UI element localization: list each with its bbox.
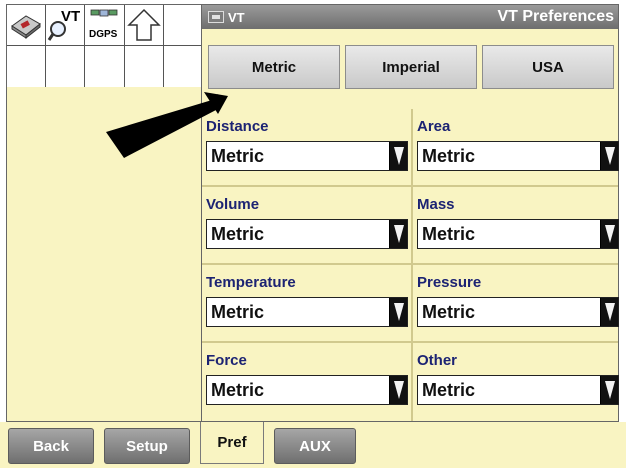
pointer-arrow-icon [106, 92, 228, 158]
settings-cube-icon [11, 15, 41, 40]
dropdown-arrow-icon[interactable] [389, 376, 407, 404]
volume-label: Volume [206, 196, 260, 213]
vt-search-button[interactable]: VT [46, 5, 86, 46]
up-arrow-button[interactable] [124, 5, 164, 46]
preferences-panel: VT VT Preferences Metric Imperial USA Di… [201, 4, 619, 422]
other-value: Metric [422, 379, 476, 400]
area-setting: Area Metric [413, 109, 619, 187]
area-select[interactable]: Metric [417, 141, 619, 171]
empty-slot-4[interactable] [85, 46, 125, 87]
aux-tab[interactable]: AUX [274, 428, 356, 464]
unit-system-buttons: Metric Imperial USA [208, 45, 614, 89]
mass-value: Metric [422, 223, 476, 244]
volume-value: Metric [211, 223, 265, 244]
preferences-grid: Distance Metric Area Metric Volume Metri… [202, 109, 619, 421]
dropdown-arrow-icon[interactable] [389, 142, 407, 170]
temperature-value: Metric [211, 301, 265, 322]
pressure-value: Metric [422, 301, 476, 322]
dropdown-arrow-icon[interactable] [389, 298, 407, 326]
vt-badge-label: VT [228, 9, 245, 25]
back-tab-label: Back [33, 437, 69, 455]
other-setting: Other Metric [413, 343, 619, 421]
dropdown-arrow-icon[interactable] [600, 142, 618, 170]
distance-value: Metric [211, 145, 265, 166]
usa-button[interactable]: USA [482, 45, 614, 89]
dgps-button[interactable]: DGPS [85, 5, 125, 46]
temperature-setting: Temperature Metric [202, 265, 408, 343]
vt-screen: VT DGPS VT VT Preferences Metric Imperia… [0, 0, 626, 468]
svg-text:VT: VT [61, 8, 80, 25]
setup-tab-label: Setup [126, 437, 168, 455]
empty-slot-6[interactable] [163, 46, 203, 87]
mass-label: Mass [417, 196, 455, 213]
pressure-select[interactable]: Metric [417, 297, 619, 327]
mass-select[interactable]: Metric [417, 219, 619, 249]
area-label: Area [417, 118, 451, 135]
vt-search-icon: VT [48, 8, 80, 41]
empty-slot-1[interactable] [163, 5, 203, 46]
icon-grid: VT DGPS [7, 5, 203, 87]
imperial-button[interactable]: Imperial [345, 45, 477, 89]
setup-tab[interactable]: Setup [104, 428, 190, 464]
dropdown-arrow-icon[interactable] [600, 220, 618, 248]
other-label: Other [417, 352, 458, 369]
pressure-label: Pressure [417, 274, 482, 291]
force-label: Force [206, 352, 247, 369]
temperature-label: Temperature [206, 274, 296, 291]
volume-setting: Volume Metric [202, 187, 408, 265]
metric-button[interactable]: Metric [208, 45, 340, 89]
sidebar: VT DGPS [6, 4, 203, 422]
up-arrow-icon [126, 8, 161, 41]
dgps-icon: DGPS [89, 9, 118, 40]
volume-select[interactable]: Metric [206, 219, 408, 249]
vt-window-icon [208, 11, 224, 23]
vt-badge: VT [208, 10, 245, 25]
pressure-setting: Pressure Metric [413, 265, 619, 343]
empty-slot-2[interactable] [7, 46, 47, 87]
aux-tab-label: AUX [299, 437, 331, 455]
page-title: VT Preferences [497, 8, 614, 25]
temperature-select[interactable]: Metric [206, 297, 408, 327]
tab-bar: Back Setup Pref AUX [0, 422, 626, 468]
empty-slot-5[interactable] [124, 46, 164, 87]
other-select[interactable]: Metric [417, 375, 619, 405]
force-setting: Force Metric [202, 343, 408, 421]
dropdown-arrow-icon[interactable] [600, 376, 618, 404]
force-select[interactable]: Metric [206, 375, 408, 405]
settings-cube-button[interactable] [7, 5, 47, 46]
pref-tab[interactable]: Pref [200, 422, 264, 464]
back-tab[interactable]: Back [8, 428, 94, 464]
title-bar: VT VT Preferences [202, 5, 618, 29]
dropdown-arrow-icon[interactable] [600, 298, 618, 326]
mass-setting: Mass Metric [413, 187, 619, 265]
pref-tab-label: Pref [217, 434, 247, 451]
distance-select[interactable]: Metric [206, 141, 408, 171]
force-value: Metric [211, 379, 265, 400]
empty-slot-3[interactable] [46, 46, 86, 87]
dropdown-arrow-icon[interactable] [389, 220, 407, 248]
distance-setting: Distance Metric [202, 109, 408, 187]
dgps-label: DGPS [89, 29, 118, 40]
area-value: Metric [422, 145, 476, 166]
